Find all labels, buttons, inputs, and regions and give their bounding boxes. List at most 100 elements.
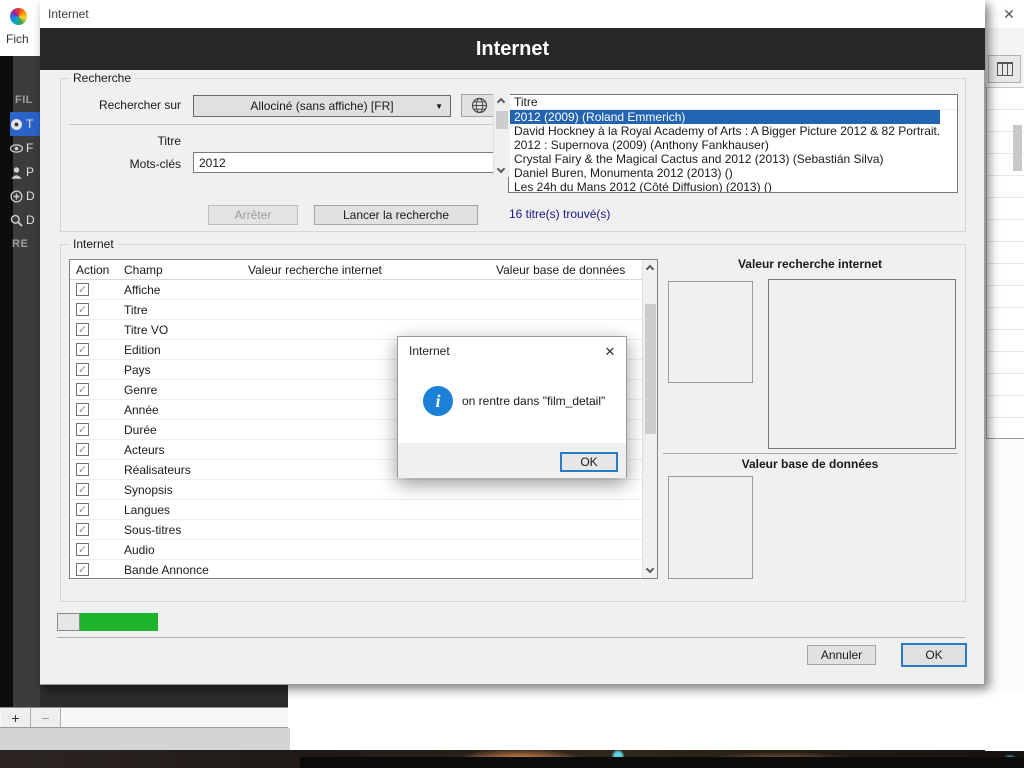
scrollbar-thumb[interactable] xyxy=(645,304,656,434)
scroll-down-icon[interactable] xyxy=(496,164,506,174)
field-row[interactable]: ✓ Synopsis xyxy=(70,480,642,500)
checkbox-checked[interactable]: ✓ xyxy=(76,563,89,576)
keywords-value: 2012 xyxy=(199,155,226,170)
app-right-lower-panel xyxy=(986,439,1024,690)
search-on-label: Rechercher sur xyxy=(98,98,181,112)
table-scrollbar[interactable] xyxy=(642,260,657,578)
sidebar-item[interactable]: F xyxy=(10,136,40,160)
scroll-down-icon[interactable] xyxy=(645,564,655,574)
checkbox-checked[interactable]: ✓ xyxy=(76,443,89,456)
columns-icon xyxy=(996,62,1013,76)
field-label: Genre xyxy=(124,383,158,397)
field-row[interactable]: ✓ Sous-titres xyxy=(70,520,642,540)
checkbox-checked[interactable]: ✓ xyxy=(76,503,89,516)
result-row[interactable]: David Hockney à la Royal Academy of Arts… xyxy=(509,124,940,138)
dialog-titlebar[interactable]: Internet xyxy=(40,0,985,28)
ok-button[interactable]: OK xyxy=(901,643,967,667)
field-label: Durée xyxy=(124,423,157,437)
checkbox-checked[interactable]: ✓ xyxy=(76,343,89,356)
field-label: Edition xyxy=(124,343,161,357)
divider xyxy=(69,124,501,125)
cancel-button[interactable]: Annuler xyxy=(807,645,876,665)
eye-icon xyxy=(10,143,23,153)
field-label: Synopsis xyxy=(124,483,173,497)
field-label: Sous-titres xyxy=(124,523,182,537)
message-box-title: Internet xyxy=(409,344,450,358)
columns-view-button[interactable] xyxy=(988,55,1021,83)
search-group-label: Recherche xyxy=(69,71,136,85)
column-champ[interactable]: Champ xyxy=(118,260,242,280)
add-button[interactable]: + xyxy=(1,708,31,727)
message-box: Internet ✕ i on rentre dans "film_detail… xyxy=(397,336,627,478)
checkbox-checked[interactable]: ✓ xyxy=(76,423,89,436)
field-row[interactable]: ✓ Titre xyxy=(70,300,642,320)
column-valeur-bdd[interactable]: Valeur base de données xyxy=(490,260,642,280)
results-scrollbar[interactable] xyxy=(493,94,510,177)
checkbox-checked[interactable]: ✓ xyxy=(76,523,89,536)
app-content-bottom xyxy=(288,685,1024,751)
checkbox-checked[interactable]: ✓ xyxy=(76,543,89,556)
checkbox-checked[interactable]: ✓ xyxy=(76,483,89,496)
internet-value-header: Valeur recherche internet xyxy=(737,257,883,271)
sidebar-item[interactable]: P xyxy=(10,160,40,184)
field-row[interactable]: ✓ Langues xyxy=(70,500,642,520)
globe-icon xyxy=(471,97,488,114)
checkbox-checked[interactable]: ✓ xyxy=(76,363,89,376)
results-column-header[interactable]: Titre xyxy=(509,95,957,110)
scrollbar-thumb[interactable] xyxy=(1013,125,1022,171)
column-action[interactable]: Action xyxy=(70,260,118,280)
checkbox-checked[interactable]: ✓ xyxy=(76,283,89,296)
close-icon[interactable]: ✕ xyxy=(1000,5,1018,23)
sidebar-item[interactable]: D xyxy=(10,208,40,232)
field-row[interactable]: ✓ Affiche xyxy=(70,280,642,300)
menu-file[interactable]: Fich xyxy=(6,32,29,46)
field-label: Acteurs xyxy=(124,443,165,457)
field-label: Réalisateurs xyxy=(124,463,191,477)
dialog-title: Internet xyxy=(48,7,89,21)
db-value-header: Valeur base de données xyxy=(741,457,879,471)
scroll-up-icon[interactable] xyxy=(496,97,506,107)
field-row[interactable]: ✓ Audio xyxy=(70,540,642,560)
scroll-up-icon[interactable] xyxy=(645,264,655,274)
keywords-input[interactable]: 2012 xyxy=(193,152,499,173)
checkbox-checked[interactable]: ✓ xyxy=(76,323,89,336)
db-poster-box xyxy=(668,476,753,579)
provider-value: Allociné (sans affiche) [FR] xyxy=(250,99,394,113)
remove-button[interactable]: − xyxy=(31,708,61,727)
search-groupbox: Recherche Rechercher sur Allociné (sans … xyxy=(60,71,966,232)
app-sidebar: FIL TFPDD RE xyxy=(0,56,40,707)
results-listbox: Titre 2012 (2009) (Roland Emmerich) David… xyxy=(508,94,958,193)
person-icon xyxy=(11,166,22,179)
result-row[interactable]: Daniel Buren, Monumenta 2012 (2013) () xyxy=(509,166,940,180)
app-statusbar xyxy=(0,728,290,751)
checkbox-checked[interactable]: ✓ xyxy=(76,303,89,316)
internet-poster-box xyxy=(668,281,753,383)
screen: Fich FIL TFPDD RE + − ✕ Internet Interne… xyxy=(0,0,1024,768)
sidebar-group-films: FIL xyxy=(15,94,33,106)
keywords-label: Mots-clés xyxy=(129,157,181,171)
result-row[interactable]: 2012 : Supernova (2009) (Anthony Fankhau… xyxy=(509,138,940,152)
result-row[interactable]: Crystal Fairy & the Magical Cactus and 2… xyxy=(509,152,940,166)
field-label: Bande Annonce xyxy=(124,563,209,577)
field-label: Langues xyxy=(124,503,171,517)
column-valeur-internet[interactable]: Valeur recherche internet xyxy=(242,260,490,280)
sidebar-item-label: P xyxy=(26,165,35,179)
progress-track xyxy=(57,613,80,631)
field-row[interactable]: ✓ Bande Annonce xyxy=(70,560,642,578)
sidebar-item[interactable]: D xyxy=(10,184,40,208)
launch-search-button[interactable]: Lancer la recherche xyxy=(314,205,478,225)
checkbox-checked[interactable]: ✓ xyxy=(76,383,89,396)
sidebar-item[interactable]: T xyxy=(10,112,40,136)
checkbox-checked[interactable]: ✓ xyxy=(76,463,89,476)
provider-dropdown[interactable]: Allociné (sans affiche) [FR] ▼ xyxy=(193,95,451,117)
close-icon[interactable]: ✕ xyxy=(601,343,619,361)
scrollbar-thumb[interactable] xyxy=(496,111,508,129)
result-row[interactable]: Les 24h du Mans 2012 (Côté Diffusion) (2… xyxy=(509,180,940,192)
result-row[interactable]: 2012 (2009) (Roland Emmerich) xyxy=(509,110,940,124)
checkbox-checked[interactable]: ✓ xyxy=(76,403,89,416)
field-label: Titre VO xyxy=(124,323,169,337)
plus-circle-icon xyxy=(10,189,23,203)
sidebar-item-label: T xyxy=(26,117,34,131)
sidebar-group-recherches: RE xyxy=(12,238,29,250)
message-ok-button[interactable]: OK xyxy=(560,452,618,472)
